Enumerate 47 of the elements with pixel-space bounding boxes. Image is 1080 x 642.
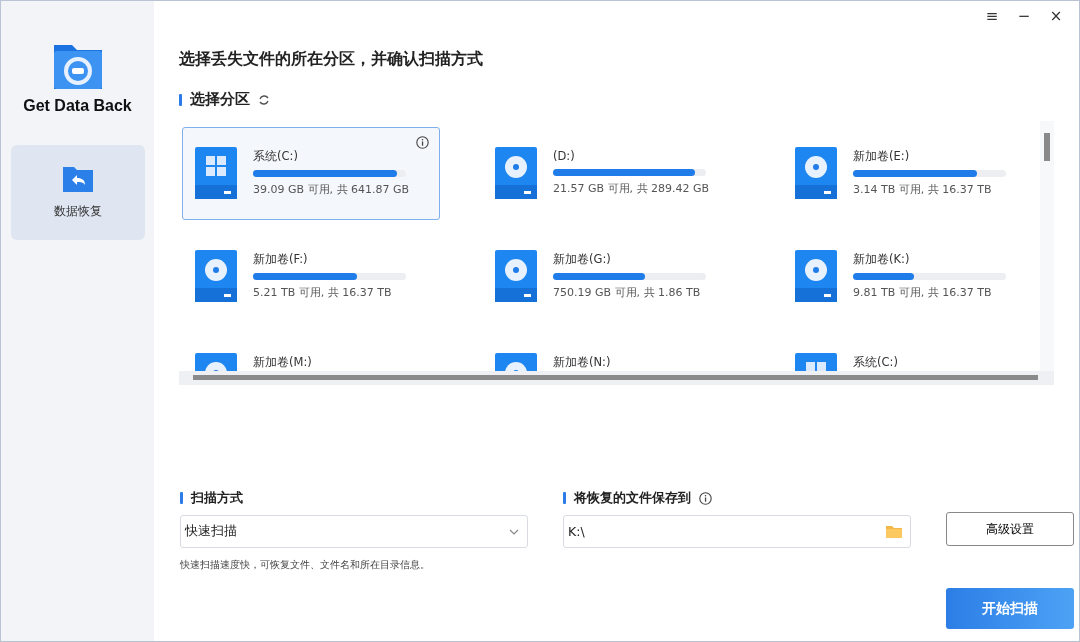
drive-card[interactable]: 新加卷(G:) 750.19 GB 可用, 共 1.86 TB (482, 230, 740, 323)
disk-drive-icon (795, 250, 837, 302)
drive-name: 新加卷(M:) (253, 355, 312, 370)
drive-usage: 9.81 TB 可用, 共 16.37 TB (853, 285, 993, 300)
section-title: 将恢复的文件保存到 (574, 489, 691, 507)
info-icon[interactable] (416, 136, 429, 149)
vertical-scrollbar[interactable] (1040, 121, 1054, 371)
save-path-field[interactable]: K:\ (563, 515, 911, 548)
horizontal-scrollbar[interactable] (179, 371, 1054, 385)
drive-name: 新加卷(K:) (853, 252, 911, 267)
section-title: 选择分区 (190, 90, 250, 109)
drive-name: 新加卷(F:) (253, 252, 309, 267)
disk-drive-icon (495, 250, 537, 302)
disk-drive-icon (195, 250, 237, 302)
page-heading: 选择丢失文件的所在分区，并确认扫描方式 (179, 49, 484, 70)
info-icon[interactable] (699, 491, 712, 505)
drive-usage: 39.09 GB 可用, 共 641.87 GB (253, 182, 410, 197)
drive-name: 新加卷(E:) (853, 149, 911, 164)
sidebar-item[interactable]: 数据恢复 (10, 145, 145, 240)
drive-card[interactable]: 新加卷(F:) 5.21 TB 可用, 共 16.37 TB (182, 230, 440, 323)
drive-usage: 750.19 GB 可用, 共 1.86 TB (553, 285, 702, 300)
chevron-down-icon (509, 528, 519, 535)
scan-mode-dropdown[interactable]: 快速扫描 (180, 515, 528, 548)
windows-drive-icon (195, 147, 237, 199)
disk-drive-icon (495, 147, 537, 199)
section-title: 扫描方式 (191, 489, 243, 507)
scan-mode-hint: 快速扫描速度快，可恢复文件、文件名和所在目录信息。 (180, 558, 431, 572)
folder-back-icon (61, 165, 94, 193)
refresh-icon[interactable] (258, 93, 270, 106)
app-name: Get Data Back (23, 97, 132, 115)
window-control[interactable]: − (1015, 7, 1033, 25)
disk-drive-icon (795, 147, 837, 199)
drive-card[interactable]: 新加卷(E:) 3.14 TB 可用, 共 16.37 TB (782, 127, 1040, 220)
window-control[interactable]: × (1047, 7, 1065, 25)
drive-name: 新加卷(N:) (553, 355, 611, 370)
window-control[interactable]: ≡ (983, 7, 1001, 25)
drive-name: 系统(C:) (853, 355, 898, 370)
drive-name: (D:) (553, 149, 576, 163)
drive-usage: 5.21 TB 可用, 共 16.37 TB (253, 285, 393, 300)
drive-name: 系统(C:) (253, 149, 299, 164)
drive-usage: 3.14 TB 可用, 共 16.37 TB (853, 182, 993, 197)
drive-usage: 21.57 GB 可用, 共 289.42 GB (553, 181, 710, 196)
drive-card[interactable]: 新加卷(K:) 9.81 TB 可用, 共 16.37 TB (782, 230, 1040, 323)
advanced-settings-button[interactable]: 高级设置 (946, 512, 1074, 546)
drive-card[interactable]: 系统(C:) 39.09 GB 可用, 共 641.87 GB (182, 127, 440, 220)
drive-card[interactable]: (D:) 21.57 GB 可用, 共 289.42 GB (482, 127, 740, 220)
drive-name: 新加卷(G:) (553, 252, 612, 267)
